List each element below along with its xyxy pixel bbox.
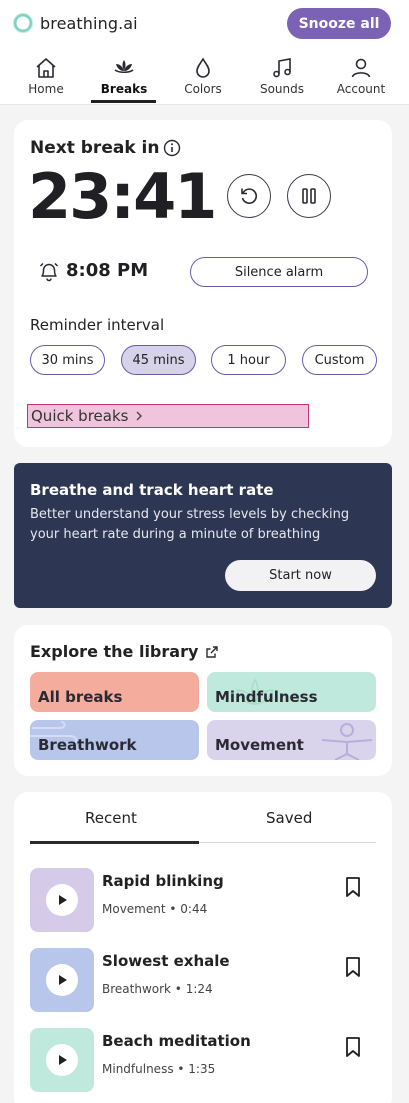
info-icon[interactable] <box>163 139 181 157</box>
nav-item-home[interactable]: Home <box>6 52 86 104</box>
start-now-button[interactable]: Start now <box>225 560 376 591</box>
tile-label-all-breaks: All breaks <box>38 688 123 706</box>
chevron-right-icon <box>136 411 143 421</box>
thumbnail <box>30 868 94 932</box>
external-link-icon[interactable] <box>204 644 220 660</box>
next-break-title: Next break in <box>30 138 160 158</box>
drop-icon <box>196 57 210 78</box>
library-card: Explore the library All breaks Mindfulne… <box>14 625 392 776</box>
item-title: Rapid blinking <box>102 872 224 890</box>
tab-saved[interactable]: Saved <box>266 809 312 827</box>
interval-option-45-mins[interactable]: 45 mins <box>121 345 196 375</box>
brand[interactable]: breathing.ai <box>12 12 138 34</box>
play-icon <box>59 975 67 985</box>
nav-item-colors[interactable]: Colors <box>163 52 243 104</box>
play-icon <box>59 1055 67 1065</box>
recent-saved-card: Recent Saved Rapid blinking Movement • 0… <box>14 792 392 1103</box>
nav-item-account[interactable]: Account <box>321 52 401 104</box>
restart-icon <box>241 188 258 204</box>
tab-active-indicator <box>30 841 199 844</box>
alarm-time: 8:08 PM <box>66 260 149 281</box>
top-bar: breathing.ai Snooze all Home Breaks Colo… <box>0 0 409 105</box>
library-tile-all-breaks[interactable]: All breaks <box>30 672 199 712</box>
interval-option-30-mins[interactable]: 30 mins <box>30 345 105 375</box>
quick-breaks-label: Quick breaks <box>31 407 129 425</box>
tile-label-movement: Movement <box>215 736 304 754</box>
nav-item-breaks[interactable]: Breaks <box>84 52 164 104</box>
library-title[interactable]: Explore the library <box>30 642 198 661</box>
bookmark-icon[interactable] <box>344 956 362 978</box>
library-tile-breathwork[interactable]: Breathwork <box>30 720 199 760</box>
alarm-clock-icon <box>39 262 59 282</box>
item-subtitle: Movement • 0:44 <box>102 902 208 916</box>
bookmark-icon[interactable] <box>344 1036 362 1058</box>
next-break-card: Next break in 23:41 8:08 PM Silence alar <box>14 120 392 447</box>
home-icon <box>36 58 56 78</box>
pause-timer-button[interactable] <box>287 174 331 218</box>
main-nav: Home Breaks Colors Sounds Account <box>0 52 409 104</box>
tile-label-mindfulness: Mindfulness <box>215 688 318 706</box>
lotus-icon <box>114 60 134 74</box>
list-item[interactable]: Slowest exhale Breathwork • 1:24 <box>30 948 376 1012</box>
nav-active-indicator <box>91 100 156 103</box>
heart-rate-title: Breathe and track heart rate <box>30 481 274 499</box>
item-subtitle: Mindfulness • 1:35 <box>102 1062 216 1076</box>
brand-logo-icon <box>13 13 33 33</box>
quick-breaks-link[interactable]: Quick breaks <box>27 404 309 428</box>
list-item[interactable]: Rapid blinking Movement • 0:44 <box>30 868 376 932</box>
silence-alarm-button[interactable]: Silence alarm <box>190 257 368 287</box>
brand-name: breathing.ai <box>40 13 138 33</box>
library-tile-mindfulness[interactable]: Mindfulness <box>207 672 376 712</box>
item-title: Slowest exhale <box>102 952 230 970</box>
interval-option-custom[interactable]: Custom <box>302 345 377 375</box>
nav-label-breaks: Breaks <box>100 82 148 96</box>
restart-timer-button[interactable] <box>227 174 271 218</box>
nav-label-sounds: Sounds <box>259 82 305 96</box>
bookmark-icon[interactable] <box>344 876 362 898</box>
countdown-timer: 23:41 <box>28 160 217 233</box>
library-tile-movement[interactable]: Movement <box>207 720 376 760</box>
item-subtitle: Breathwork • 1:24 <box>102 982 213 996</box>
heart-rate-description: Better understand your stress levels by … <box>30 507 350 542</box>
tab-recent[interactable]: Recent <box>85 809 137 827</box>
app-root: breathing.ai Snooze all Home Breaks Colo… <box>0 0 409 1103</box>
play-button[interactable] <box>46 964 78 996</box>
nav-label-home: Home <box>28 82 64 96</box>
music-note-icon <box>273 58 291 78</box>
list-item[interactable]: Beach meditation Mindfulness • 1:35 <box>30 1028 376 1092</box>
user-icon <box>351 58 371 78</box>
thumbnail <box>30 948 94 1012</box>
tile-label-breathwork: Breathwork <box>38 736 137 754</box>
interval-option-1-hour[interactable]: 1 hour <box>211 345 286 375</box>
item-title: Beach meditation <box>102 1032 251 1050</box>
heart-rate-card: Breathe and track heart rate Better unde… <box>14 463 392 608</box>
nav-label-colors: Colors <box>184 82 222 96</box>
snooze-all-button[interactable]: Snooze all <box>287 8 391 39</box>
play-button[interactable] <box>46 1044 78 1076</box>
nav-label-account: Account <box>336 82 386 96</box>
thumbnail <box>30 1028 94 1092</box>
reminder-interval-title: Reminder interval <box>30 316 165 334</box>
play-icon <box>59 895 67 905</box>
pause-icon <box>302 188 316 204</box>
nav-item-sounds[interactable]: Sounds <box>242 52 322 104</box>
play-button[interactable] <box>46 884 78 916</box>
